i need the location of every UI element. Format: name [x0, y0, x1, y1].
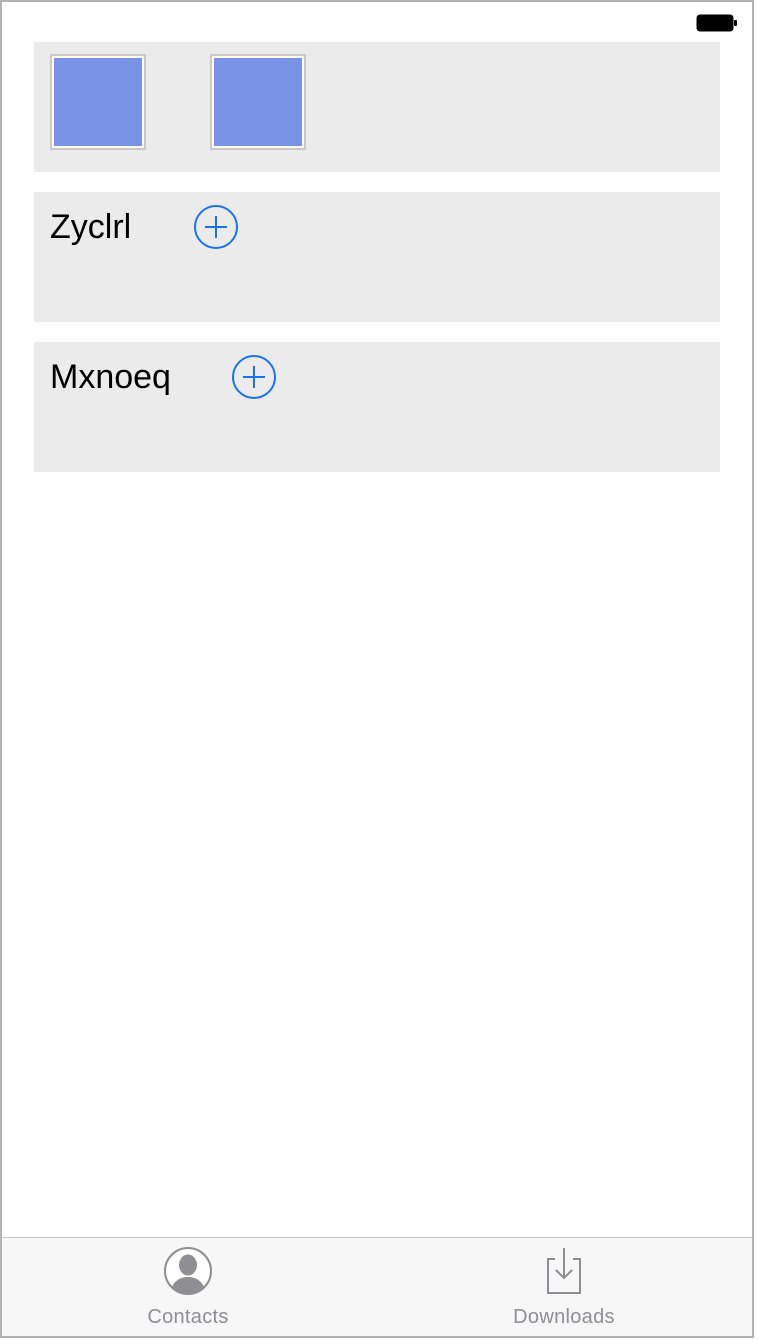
app-screen: Zyclrl Mxnoeq Contacts Downloads	[0, 0, 754, 1338]
tab-bar: Contacts Downloads	[2, 1237, 752, 1336]
tile-panel	[34, 42, 720, 172]
battery-full-icon	[696, 14, 737, 32]
section-title: Zyclrl	[50, 208, 132, 246]
section-title: Mxnoeq	[50, 358, 171, 396]
image-tile-fill	[214, 58, 302, 146]
download-tray-icon	[547, 1248, 581, 1294]
section-zyclrl: Zyclrl	[34, 192, 720, 322]
tab-label: Contacts	[147, 1306, 229, 1328]
image-tile-2[interactable]	[210, 54, 306, 150]
plus-circle-icon	[194, 205, 238, 249]
section-mxnoeq: Mxnoeq	[34, 342, 720, 472]
tab-label: Downloads	[513, 1306, 615, 1328]
image-tile-1[interactable]	[50, 54, 146, 150]
plus-circle-icon	[232, 355, 276, 399]
add-button[interactable]	[231, 354, 277, 400]
person-circle-icon	[164, 1247, 212, 1295]
tab-downloads[interactable]: Downloads	[464, 1238, 664, 1336]
add-button[interactable]	[193, 204, 239, 250]
tab-contacts[interactable]: Contacts	[88, 1238, 288, 1336]
image-tile-fill	[54, 58, 142, 146]
